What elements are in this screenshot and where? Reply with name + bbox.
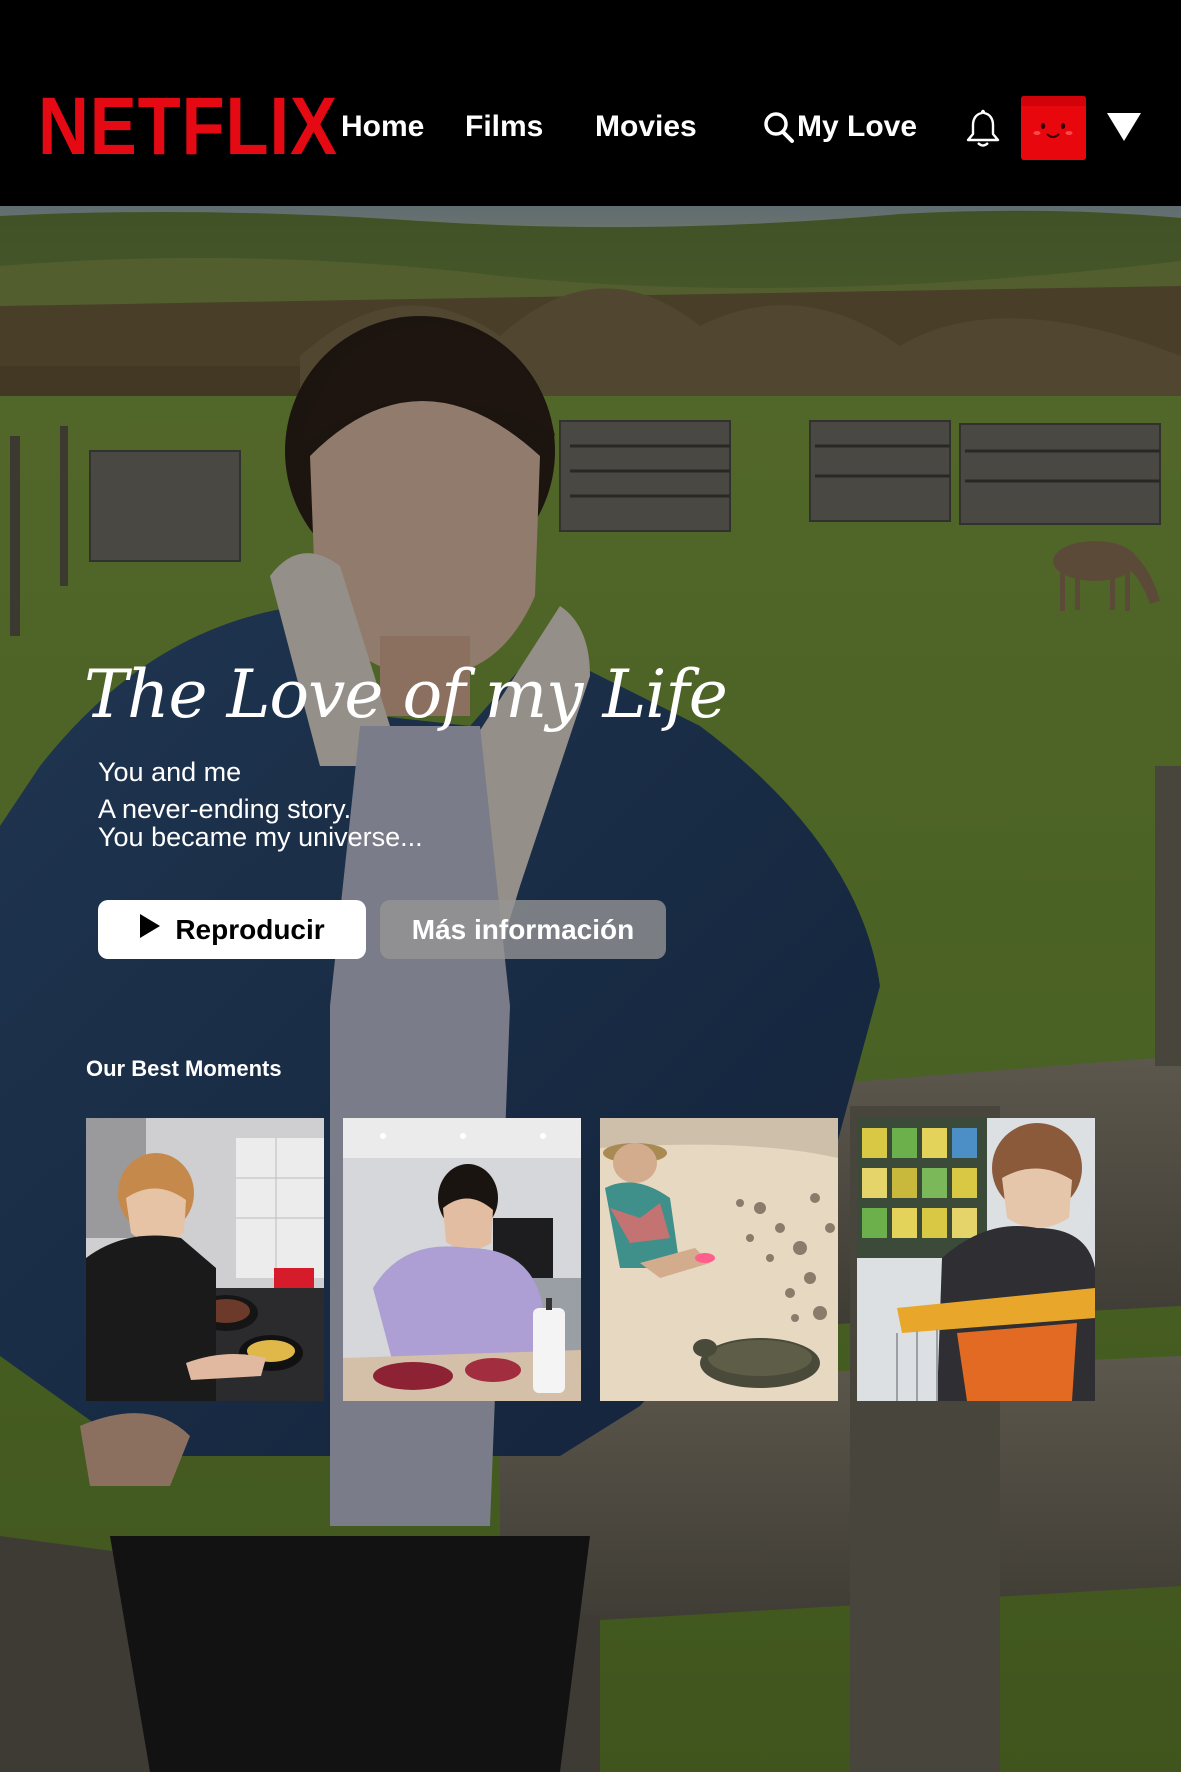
hero-tagline-3: You became my universe...: [98, 822, 423, 852]
smiley-face-icon: [1021, 96, 1086, 160]
nav-my-love-label: My Love: [797, 110, 918, 143]
netflix-logo[interactable]: NETFLIX: [38, 86, 338, 168]
hero-tagline-2: A never-ending story.: [98, 794, 352, 824]
nav-movies[interactable]: Movies: [595, 107, 697, 147]
hero-banner: [0, 206, 1181, 1772]
hero-tagline-1: You and me: [98, 757, 242, 787]
search-icon: [763, 110, 795, 144]
caret-down-icon[interactable]: [1105, 110, 1143, 144]
hero-title: The Love of my Life: [84, 656, 728, 733]
more-info-button-label: Más información: [411, 913, 635, 945]
nav-home[interactable]: Home: [341, 107, 424, 147]
play-button-label: Reproducir: [175, 913, 325, 945]
play-button[interactable]: Reproducir: [98, 900, 366, 959]
nav-my-love[interactable]: My Love: [763, 107, 917, 147]
cooking-meat-photo[interactable]: [343, 1118, 581, 1401]
beach-turtle-photo[interactable]: [600, 1118, 838, 1401]
nav-films[interactable]: Films: [465, 107, 543, 147]
play-icon: [139, 913, 161, 946]
profile-avatar[interactable]: [1021, 96, 1086, 160]
supermarket-cart-photo[interactable]: [857, 1118, 1095, 1401]
row-title: Our Best Moments: [86, 1056, 282, 1081]
hero-dim-overlay: [0, 206, 1181, 1772]
kitchen-cooking-photo[interactable]: [86, 1118, 324, 1401]
top-navigation-bar: NETFLIX Home Films Movies My Love: [0, 0, 1181, 206]
more-info-button[interactable]: Más información: [380, 900, 666, 959]
bell-icon[interactable]: [964, 108, 1002, 148]
